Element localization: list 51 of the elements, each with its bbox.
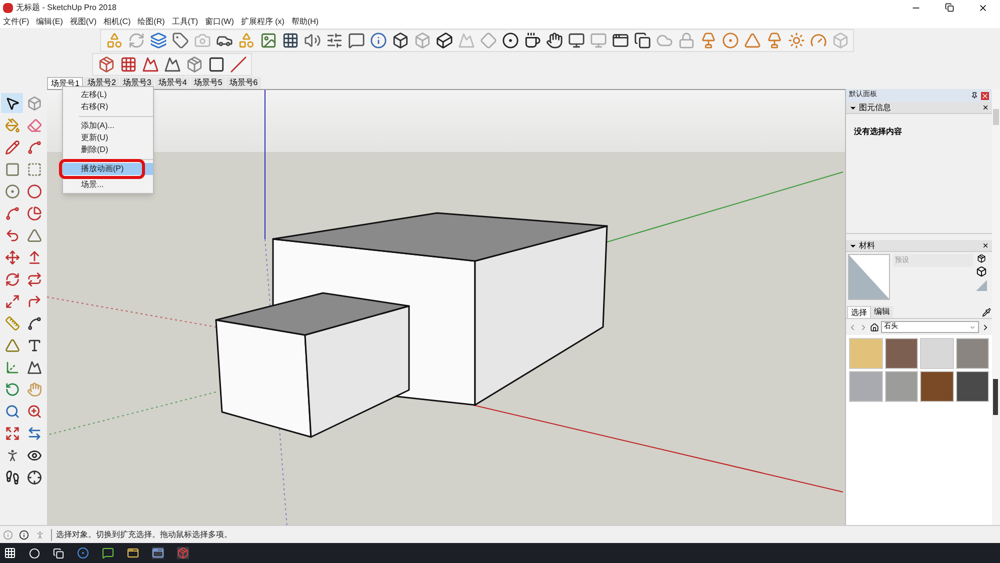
materials-tab[interactable]: 选择 — [847, 306, 871, 318]
material-swatch[interactable] — [884, 338, 918, 369]
menu-item[interactable]: 更新(U) — [63, 132, 153, 144]
panel-header[interactable]: 材料 — [846, 240, 992, 252]
menu-item[interactable]: 视图(V) — [70, 16, 97, 28]
menu-item[interactable]: 场景... — [63, 179, 153, 191]
close-icon[interactable] — [978, 2, 988, 12]
app-icon[interactable] — [152, 547, 164, 559]
close-icon[interactable] — [982, 104, 989, 111]
menu-item[interactable]: 左移(L) — [63, 89, 153, 101]
eyedropper-icon[interactable] — [982, 308, 991, 317]
menu-item[interactable]: 窗口(W) — [205, 16, 234, 28]
menu-item[interactable]: 删除(D) — [63, 144, 153, 156]
menu-item[interactable]: 添加(A)... — [63, 120, 153, 132]
window-title: 无标题 - SketchUp Pro 2018 — [16, 2, 118, 14]
materials-tab[interactable]: 编辑 — [871, 306, 893, 318]
info-icon[interactable] — [19, 530, 29, 540]
scene-tab[interactable]: 场景号5 — [190, 77, 226, 89]
scene-tab[interactable]: 场景号6 — [226, 77, 261, 89]
menu-item[interactable]: 右移(R) — [63, 101, 153, 113]
scene-tab[interactable]: 场景号4 — [155, 77, 190, 89]
panel-header[interactable]: 图元信息 — [846, 102, 992, 114]
material-swatch[interactable] — [956, 338, 989, 369]
pin-icon[interactable] — [971, 92, 978, 98]
material-swatch[interactable] — [956, 371, 989, 402]
material-preview-swatch — [848, 254, 890, 300]
close-icon[interactable] — [982, 242, 989, 249]
home-icon[interactable] — [870, 322, 879, 332]
task-view-icon[interactable] — [53, 548, 64, 558]
menu-item[interactable]: 绘图(R) — [138, 16, 165, 28]
menu-item[interactable]: 播放动画(P) — [63, 163, 153, 175]
entity-info-text: 没有选择内容 — [854, 127, 902, 136]
panel-title: 图元信息 — [859, 102, 892, 114]
material-swatch[interactable] — [920, 338, 954, 369]
status-text: 选择对象。切换到扩充选择。拖动鼠标选择多项。 — [51, 528, 232, 540]
menu-item[interactable]: 帮助(H) — [291, 16, 319, 28]
menu-item[interactable]: 相机(C) — [104, 16, 131, 28]
scrollbar[interactable] — [992, 89, 1000, 525]
material-swatch[interactable] — [920, 371, 954, 402]
cube-icon[interactable] — [976, 266, 987, 277]
material-swatch[interactable] — [849, 338, 882, 369]
restore-icon[interactable] — [945, 3, 954, 12]
menu-item[interactable]: 编辑(E) — [36, 16, 63, 28]
dropdown-caret-icon — [969, 324, 976, 330]
material-swatch[interactable] — [849, 371, 882, 402]
menu-item[interactable]: 扩展程序 (x) — [240, 16, 284, 28]
material-swatch[interactable] — [884, 371, 918, 402]
menu-item[interactable]: 工具(T) — [172, 16, 198, 28]
panel-title: 材料 — [859, 240, 876, 252]
chat-icon[interactable] — [102, 547, 114, 559]
menu-item[interactable]: 文件(F) — [3, 16, 30, 28]
